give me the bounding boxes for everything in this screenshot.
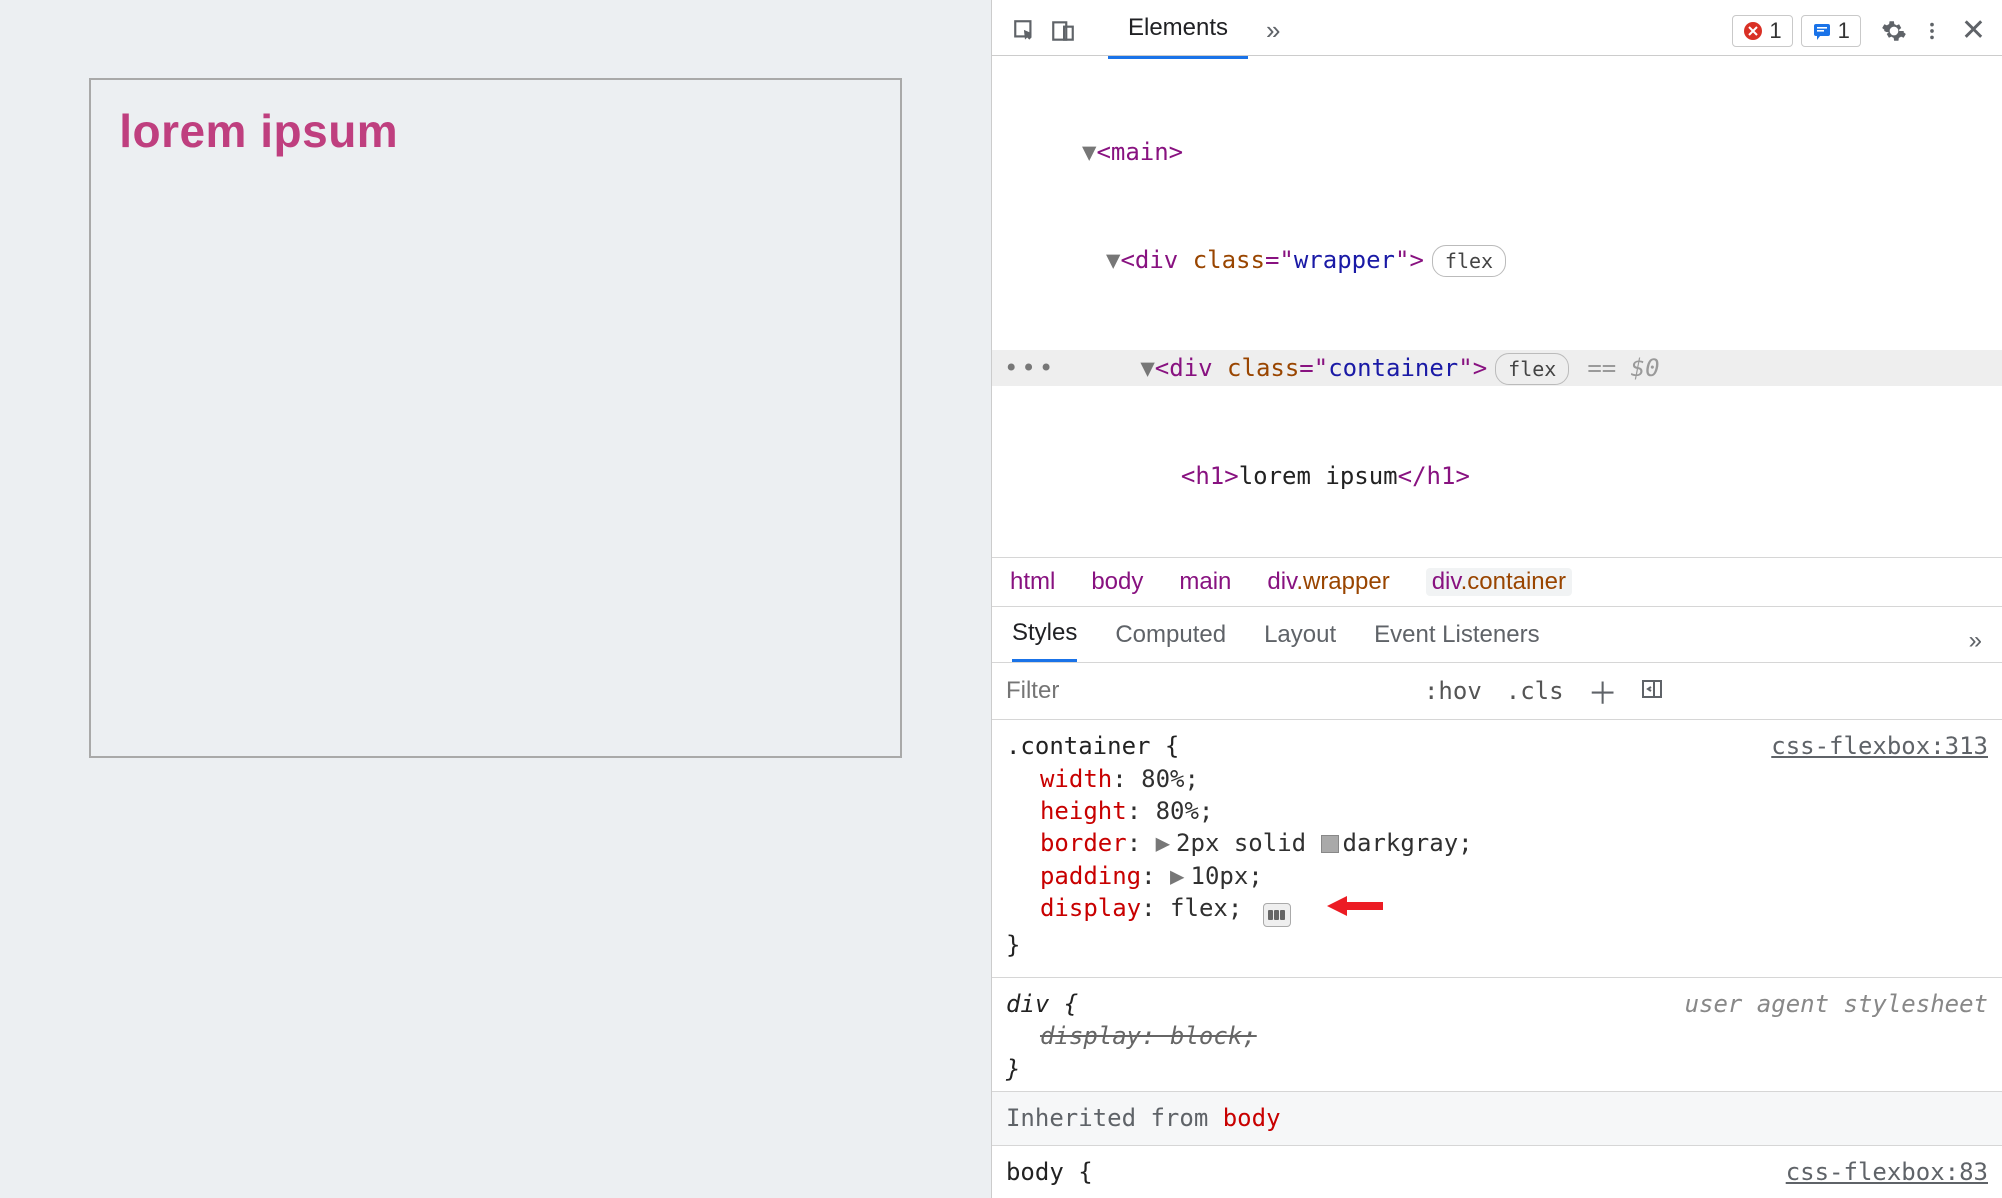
source-link[interactable]: css-flexbox:313 (1771, 730, 1988, 762)
more-tabs-icon[interactable]: » (1256, 15, 1290, 46)
inherited-header: Inherited from body (992, 1091, 2002, 1145)
device-toggle-icon[interactable] (1048, 16, 1078, 46)
more-subtabs-icon[interactable]: » (1969, 627, 1982, 655)
crumb-body[interactable]: body (1091, 568, 1143, 596)
styles-pane: css-flexbox:313 .container { width: 80%;… (992, 720, 2002, 1198)
filter-bar: :hov .cls ＋ (992, 663, 2002, 720)
new-rule-icon[interactable]: ＋ (1576, 669, 1630, 713)
message-badge[interactable]: 1 (1801, 15, 1861, 47)
rendered-page: lorem ipsum (0, 0, 991, 1198)
computed-sidebar-icon[interactable] (1630, 677, 1674, 706)
kebab-icon[interactable] (1917, 16, 1947, 46)
error-count: 1 (1769, 18, 1781, 44)
rule-div-ua[interactable]: user agent stylesheet div { display: blo… (1006, 988, 1988, 1091)
color-swatch[interactable] (1321, 835, 1339, 853)
ua-source: user agent stylesheet (1685, 988, 1988, 1020)
crumb-wrapper[interactable]: div.wrapper (1267, 568, 1389, 596)
tab-styles[interactable]: Styles (1012, 619, 1077, 662)
rule-body-partial[interactable]: body { css-flexbox:83 (1006, 1146, 1988, 1188)
hov-toggle[interactable]: :hov (1412, 677, 1494, 705)
crumb-main[interactable]: main (1179, 568, 1231, 596)
message-count: 1 (1838, 18, 1850, 44)
gear-icon[interactable] (1879, 16, 1909, 46)
annotation-arrow-icon (1327, 892, 1383, 928)
row-actions-icon[interactable]: ••• (992, 350, 1062, 386)
tab-computed[interactable]: Computed (1115, 621, 1226, 661)
close-icon[interactable]: ✕ (1955, 13, 1992, 48)
devtools-panel: Elements » 1 1 ✕ ▼<main> ▼<div class="wr… (991, 0, 2002, 1198)
rule-container[interactable]: css-flexbox:313 .container { width: 80%;… (1006, 730, 1988, 967)
flex-badge[interactable]: flex (1432, 245, 1506, 277)
dom-selected-row: ••• ▼<div class="container">flex== $0 (992, 350, 2002, 386)
flex-badge[interactable]: flex (1495, 353, 1569, 385)
cls-toggle[interactable]: .cls (1494, 677, 1576, 705)
error-badge[interactable]: 1 (1732, 15, 1792, 47)
breadcrumb: html body main div.wrapper div.container (992, 557, 2002, 607)
styles-subtabs: Styles Computed Layout Event Listeners » (992, 607, 2002, 663)
tab-elements[interactable]: Elements (1108, 2, 1248, 59)
devtools-toolbar: Elements » 1 1 ✕ (992, 0, 2002, 56)
dom-tree[interactable]: ▼<main> ▼<div class="wrapper">flex ••• ▼… (992, 56, 2002, 557)
container-box: lorem ipsum (89, 78, 902, 758)
flexbox-editor-icon[interactable] (1263, 903, 1291, 927)
page-heading: lorem ipsum (119, 104, 872, 158)
tab-layout[interactable]: Layout (1264, 621, 1336, 661)
tab-event-listeners[interactable]: Event Listeners (1374, 621, 1539, 661)
inspect-icon[interactable] (1010, 16, 1040, 46)
crumb-container[interactable]: div.container (1426, 568, 1572, 596)
filter-input[interactable] (992, 663, 1412, 719)
crumb-html[interactable]: html (1010, 568, 1055, 596)
